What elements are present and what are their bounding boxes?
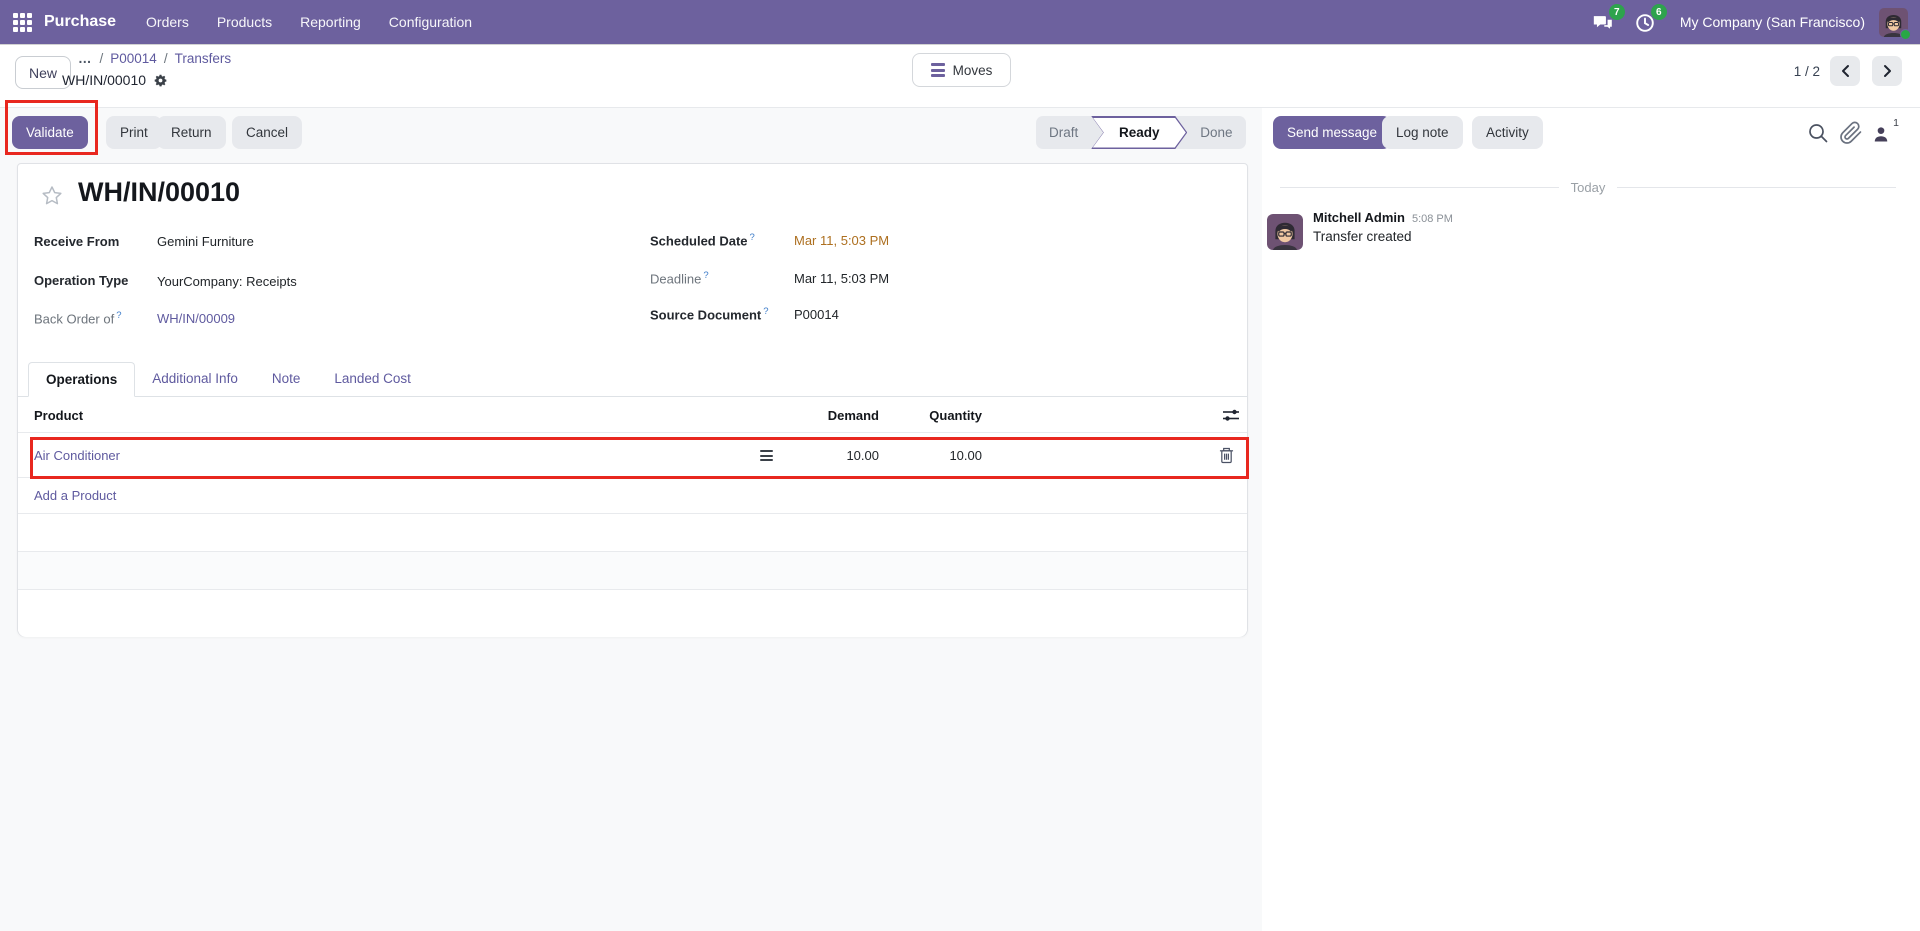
followers-count: 1 [1893, 117, 1899, 129]
breadcrumb-active-record: WH/IN/00010 [62, 72, 168, 88]
control-panel: New … / P00014 / Transfers WH/IN/00010 M… [0, 44, 1920, 108]
date-separator-label: Today [1570, 179, 1606, 195]
column-header-product[interactable]: Product [34, 397, 83, 433]
tab-operations[interactable]: Operations [28, 362, 136, 397]
moves-label: Moves [952, 62, 993, 78]
message-header: Mitchell Admin 5:08 PM [1313, 210, 1453, 225]
app-name[interactable]: Purchase [44, 13, 116, 31]
log-note-button[interactable]: Log note [1382, 116, 1463, 149]
followers-icon[interactable]: 1 [1871, 117, 1901, 145]
record-title: WH/IN/00010 [78, 177, 241, 207]
empty-row [18, 514, 1247, 552]
status-bar: Draft Ready Done [1036, 116, 1246, 149]
receive-from-value[interactable]: Gemini Furniture [157, 234, 254, 249]
tab-landed-cost[interactable]: Landed Cost [317, 361, 428, 396]
tab-note[interactable]: Note [255, 361, 318, 396]
chevron-right-icon [1883, 65, 1891, 77]
activity-button[interactable]: Activity [1472, 116, 1543, 149]
status-step-draft[interactable]: Draft [1036, 125, 1091, 140]
table-header-row: Product Demand Quantity [18, 397, 1247, 433]
row-quantity-value[interactable]: 10.00 [882, 433, 982, 478]
delete-row-trash-icon[interactable] [1219, 433, 1234, 478]
moves-stat-button[interactable]: Moves [912, 53, 1011, 87]
divider-line [1617, 186, 1897, 188]
help-icon[interactable]: ? [750, 232, 755, 243]
gear-icon[interactable] [153, 73, 168, 88]
source-document-label: Source Document? [650, 306, 769, 323]
form-sheet: WH/IN/00010 Receive From Gemini Furnitur… [17, 163, 1248, 637]
status-step-ready[interactable]: Ready [1091, 116, 1187, 149]
source-document-value[interactable]: P00014 [794, 307, 839, 322]
operation-type-label: Operation Type [34, 273, 129, 288]
row-demand-value[interactable]: 10.00 [759, 433, 879, 478]
message-author-avatar[interactable] [1267, 214, 1303, 250]
send-message-button[interactable]: Send message [1273, 116, 1392, 149]
notebook-tabs: Operations Additional Info Note Landed C… [18, 362, 1247, 397]
deadline-label: Deadline? [650, 270, 709, 287]
record-name: WH/IN/00010 [62, 72, 147, 88]
validate-button[interactable]: Validate [12, 116, 88, 149]
status-step-done[interactable]: Done [1187, 125, 1245, 140]
message-time: 5:08 PM [1411, 213, 1453, 225]
return-button[interactable]: Return [157, 116, 226, 149]
add-a-product-link[interactable]: Add a Product [34, 488, 116, 503]
apps-grid-icon[interactable] [0, 12, 44, 32]
receive-from-label: Receive From [34, 234, 120, 249]
help-icon[interactable]: ? [116, 310, 121, 321]
breadcrumb-separator: / [99, 51, 104, 66]
company-switcher[interactable]: My Company (San Francisco) [1680, 14, 1865, 30]
online-status-dot [1900, 28, 1911, 40]
search-messages-icon[interactable] [1806, 121, 1830, 145]
print-button[interactable]: Print [106, 116, 162, 149]
pager-next-button[interactable] [1872, 56, 1902, 86]
deadline-value[interactable]: Mar 11, 5:03 PM [794, 271, 889, 286]
activities-systray-button[interactable]: 6 [1634, 4, 1667, 35]
divider-line [1280, 186, 1559, 188]
help-icon[interactable]: ? [763, 306, 768, 317]
top-navbar: Purchase Orders Products Reporting Confi… [0, 0, 1920, 44]
favorite-star-icon[interactable] [40, 184, 64, 208]
breadcrumb-ellipsis[interactable]: … [78, 51, 93, 66]
message-author[interactable]: Mitchell Admin [1313, 210, 1405, 225]
menu-configuration[interactable]: Configuration [389, 14, 472, 30]
pager-previous-button[interactable] [1830, 56, 1860, 86]
messages-systray-button[interactable]: 7 [1592, 4, 1625, 35]
chevron-left-icon [1841, 65, 1849, 77]
menu-products[interactable]: Products [217, 14, 272, 30]
optional-columns-icon[interactable] [1222, 397, 1240, 433]
breadcrumb: … / P00014 / Transfers [78, 51, 231, 66]
menu-orders[interactable]: Orders [146, 14, 189, 30]
help-icon[interactable]: ? [703, 270, 708, 281]
message-body: Transfer created [1313, 229, 1412, 244]
add-product-row: Add a Product [18, 478, 1247, 514]
pager-count: 1 / 2 [1793, 63, 1820, 79]
messages-count-badge: 7 [1608, 4, 1625, 20]
operation-type-value[interactable]: YourCompany: Receipts [157, 274, 297, 289]
scheduled-date-label: Scheduled Date? [650, 232, 755, 249]
date-separator: Today [1280, 179, 1897, 195]
tab-additional-info[interactable]: Additional Info [135, 361, 255, 396]
back-order-of-label: Back Order of? [34, 310, 122, 327]
activities-count-badge: 6 [1650, 4, 1667, 20]
attachment-paperclip-icon[interactable] [1839, 121, 1863, 145]
cancel-button[interactable]: Cancel [232, 116, 303, 149]
table-row[interactable]: Air Conditioner 10.00 10.00 [18, 433, 1247, 478]
breadcrumb-separator: / [163, 51, 168, 66]
column-header-quantity[interactable]: Quantity [882, 397, 982, 433]
user-avatar[interactable] [1879, 7, 1911, 40]
breadcrumb-item-p00014[interactable]: P00014 [110, 51, 157, 66]
breadcrumb-item-transfers[interactable]: Transfers [175, 51, 232, 66]
scheduled-date-value[interactable]: Mar 11, 5:03 PM [794, 233, 889, 248]
menu-reporting[interactable]: Reporting [300, 14, 361, 30]
pager: 1 / 2 [1794, 56, 1902, 86]
empty-row [18, 552, 1247, 590]
status-step-ready-label: Ready [1093, 118, 1186, 148]
back-order-of-value[interactable]: WH/IN/00009 [157, 311, 235, 326]
grid-icon [12, 12, 32, 32]
empty-row [18, 590, 1247, 637]
column-header-demand[interactable]: Demand [759, 397, 879, 433]
row-product-name[interactable]: Air Conditioner [34, 433, 120, 478]
moves-bars-icon [930, 63, 945, 77]
